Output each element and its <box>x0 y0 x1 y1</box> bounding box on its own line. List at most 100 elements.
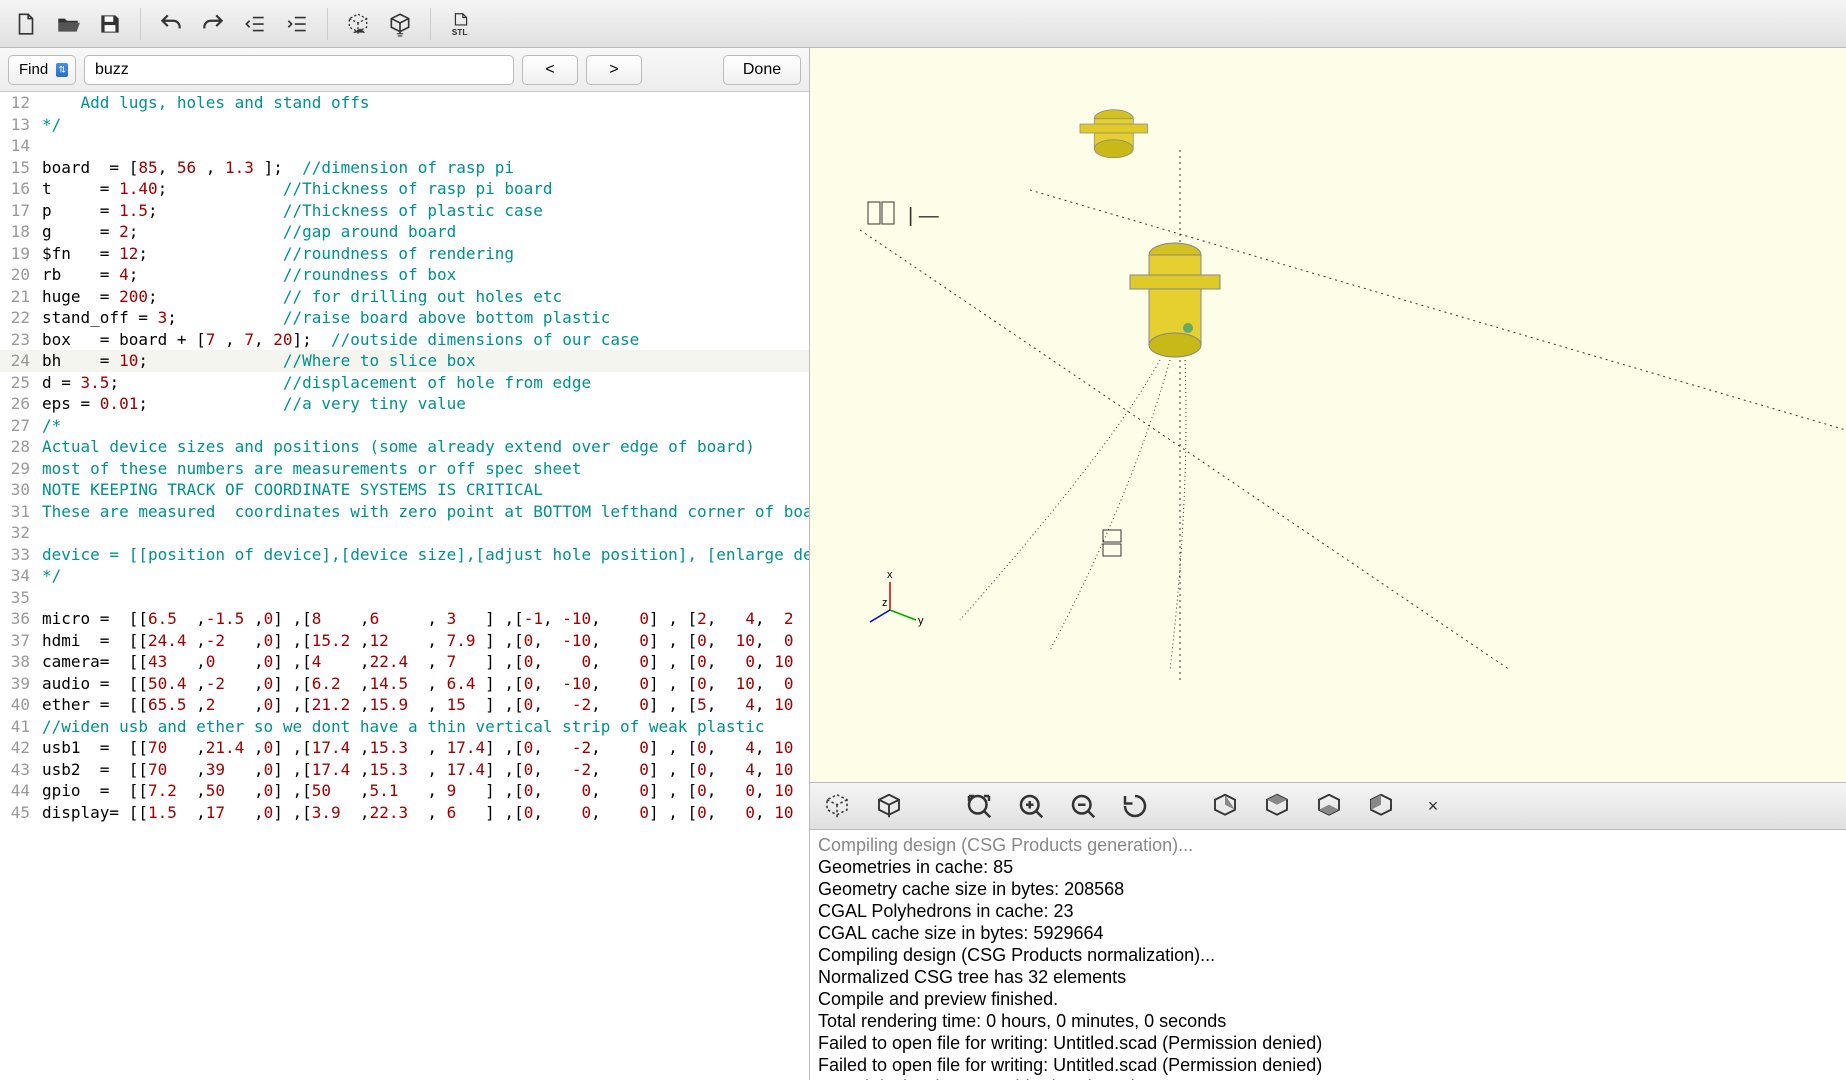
console-line: Compiling design (CSG Products normaliza… <box>818 944 1838 966</box>
line-number: 39 <box>0 673 38 695</box>
code-line[interactable]: 43usb2 = [[70 ,39 ,0] ,[17.4 ,15.3 , 17.… <box>0 759 809 781</box>
console-line: Compile and preview finished. <box>818 988 1838 1010</box>
code-line[interactable]: 18g = 2; //gap around board <box>0 221 809 243</box>
console-line: Geometry cache size in bytes: 208568 <box>818 878 1838 900</box>
new-file-button[interactable] <box>8 6 44 42</box>
code-editor[interactable]: 12 Add lugs, holes and stand offs13*/141… <box>0 92 809 1080</box>
code-line[interactable]: 36micro = [[6.5 ,-1.5 ,0] ,[8 ,6 , 3 ] ,… <box>0 608 809 630</box>
preview-icon[interactable] <box>820 789 854 823</box>
find-bar: Find < > Done <box>0 48 809 92</box>
code-line[interactable]: 24bh = 10; //Where to slice box <box>0 350 809 372</box>
code-line[interactable]: 26eps = 0.01; //a very tiny value <box>0 393 809 415</box>
render-icon[interactable] <box>872 789 906 823</box>
code-line[interactable]: 37hdmi = [[24.4 ,-2 ,0] ,[15.2 ,12 , 7.9… <box>0 630 809 652</box>
code-line[interactable]: 45display= [[1.5 ,17 ,0] ,[3.9 ,22.3 , 6… <box>0 802 809 824</box>
undo-button[interactable] <box>153 6 189 42</box>
line-number: 43 <box>0 759 38 781</box>
code-line[interactable]: 14 <box>0 135 809 157</box>
code-line[interactable]: 19$fn = 12; //roundness of rendering <box>0 243 809 265</box>
find-done-button[interactable]: Done <box>723 55 801 85</box>
code-line[interactable]: 32 <box>0 522 809 544</box>
console-line: Geometries in cache: 85 <box>818 856 1838 878</box>
code-line[interactable]: 16t = 1.40; //Thickness of rasp pi board <box>0 178 809 200</box>
line-number: 44 <box>0 780 38 802</box>
find-prev-button[interactable]: < <box>522 55 578 85</box>
preview-button[interactable] <box>340 6 376 42</box>
view-bottom-button[interactable] <box>1312 789 1346 823</box>
line-number: 34 <box>0 565 38 587</box>
view-right-button[interactable] <box>1208 789 1242 823</box>
find-next-button[interactable]: > <box>586 55 642 85</box>
code-line[interactable]: 25d = 3.5; //displacement of hole from e… <box>0 372 809 394</box>
console-output[interactable]: Compiling design (CSG Products generatio… <box>810 830 1846 1080</box>
view-left-button[interactable] <box>1364 789 1398 823</box>
line-number: 22 <box>0 307 38 329</box>
line-number: 36 <box>0 608 38 630</box>
line-number: 32 <box>0 522 38 544</box>
axis-x-label: x <box>887 569 893 581</box>
line-number: 26 <box>0 393 38 415</box>
3d-viewport[interactable]: x y z <box>810 48 1846 782</box>
unindent-button[interactable] <box>237 6 273 42</box>
zoom-fit-button[interactable] <box>962 789 996 823</box>
code-line[interactable]: 22stand_off = 3; //raise board above bot… <box>0 307 809 329</box>
line-number: 23 <box>0 329 38 351</box>
code-line[interactable]: 42usb1 = [[70 ,21.4 ,0] ,[17.4 ,15.3 , 1… <box>0 737 809 759</box>
code-line[interactable]: 40ether = [[65.5 ,2 ,0] ,[21.2 ,15.9 , 1… <box>0 694 809 716</box>
line-number: 20 <box>0 264 38 286</box>
line-number: 25 <box>0 372 38 394</box>
reset-view-button[interactable] <box>1118 789 1152 823</box>
zoom-out-button[interactable] <box>1066 789 1100 823</box>
export-stl-button[interactable]: STL <box>443 6 479 42</box>
line-number: 42 <box>0 737 38 759</box>
code-line[interactable]: 13*/ <box>0 114 809 136</box>
code-line[interactable]: 41//widen usb and ether so we dont have … <box>0 716 809 738</box>
code-line[interactable]: 44gpio = [[7.2 ,50 ,0] ,[50 ,5.1 , 9 ] ,… <box>0 780 809 802</box>
code-line[interactable]: 12 Add lugs, holes and stand offs <box>0 92 809 114</box>
find-input[interactable] <box>84 55 514 85</box>
code-line[interactable]: 15board = [85, 56 , 1.3 ]; //dimension o… <box>0 157 809 179</box>
line-number: 28 <box>0 436 38 458</box>
find-mode-select[interactable]: Find <box>8 55 76 85</box>
line-number: 41 <box>0 716 38 738</box>
zoom-in-button[interactable] <box>1014 789 1048 823</box>
view-toolbar: × <box>810 782 1846 830</box>
console-line: CGAL Polyhedrons in cache: 23 <box>818 900 1838 922</box>
code-line[interactable]: 33device = [[position of device],[device… <box>0 544 809 566</box>
code-line[interactable]: 28Actual device sizes and positions (som… <box>0 436 809 458</box>
console-line: Saved design 'buzzer_rubberband.scad'. <box>818 1076 1838 1080</box>
console-line: Compiling design (CSG Products generatio… <box>818 834 1838 856</box>
line-number: 12 <box>0 92 38 114</box>
redo-button[interactable] <box>195 6 231 42</box>
save-button[interactable] <box>92 6 128 42</box>
render-button[interactable] <box>382 6 418 42</box>
view-top-button[interactable] <box>1260 789 1294 823</box>
open-file-button[interactable] <box>50 6 86 42</box>
code-line[interactable]: 31These are measured coordinates with ze… <box>0 501 809 523</box>
code-line[interactable]: 30NOTE KEEPING TRACK OF COORDINATE SYSTE… <box>0 479 809 501</box>
line-number: 45 <box>0 802 38 824</box>
line-number: 18 <box>0 221 38 243</box>
code-line[interactable]: 27/* <box>0 415 809 437</box>
indent-button[interactable] <box>279 6 315 42</box>
console-line: Failed to open file for writing: Untitle… <box>818 1054 1838 1076</box>
axis-z-label: z <box>882 597 888 609</box>
code-line[interactable]: 21huge = 200; // for drilling out holes … <box>0 286 809 308</box>
code-line[interactable]: 38camera= [[43 ,0 ,0] ,[4 ,22.4 , 7 ] ,[… <box>0 651 809 673</box>
code-line[interactable]: 20rb = 4; //roundness of box <box>0 264 809 286</box>
code-line[interactable]: 17p = 1.5; //Thickness of plastic case <box>0 200 809 222</box>
console-line: CGAL cache size in bytes: 5929664 <box>818 922 1838 944</box>
code-line[interactable]: 23box = board + [7 , 7, 20]; //outside d… <box>0 329 809 351</box>
code-line[interactable]: 35 <box>0 587 809 609</box>
line-number: 35 <box>0 587 38 609</box>
main-toolbar: STL <box>0 0 1846 48</box>
code-line[interactable]: 34*/ <box>0 565 809 587</box>
line-number: 38 <box>0 651 38 673</box>
code-line[interactable]: 29most of these numbers are measurements… <box>0 458 809 480</box>
line-number: 27 <box>0 415 38 437</box>
svg-text:STL: STL <box>452 27 468 37</box>
console-line: Total rendering time: 0 hours, 0 minutes… <box>818 1010 1838 1032</box>
view-more-button[interactable]: × <box>1416 789 1450 823</box>
code-line[interactable]: 39audio = [[50.4 ,-2 ,0] ,[6.2 ,14.5 , 6… <box>0 673 809 695</box>
line-number: 14 <box>0 135 38 157</box>
